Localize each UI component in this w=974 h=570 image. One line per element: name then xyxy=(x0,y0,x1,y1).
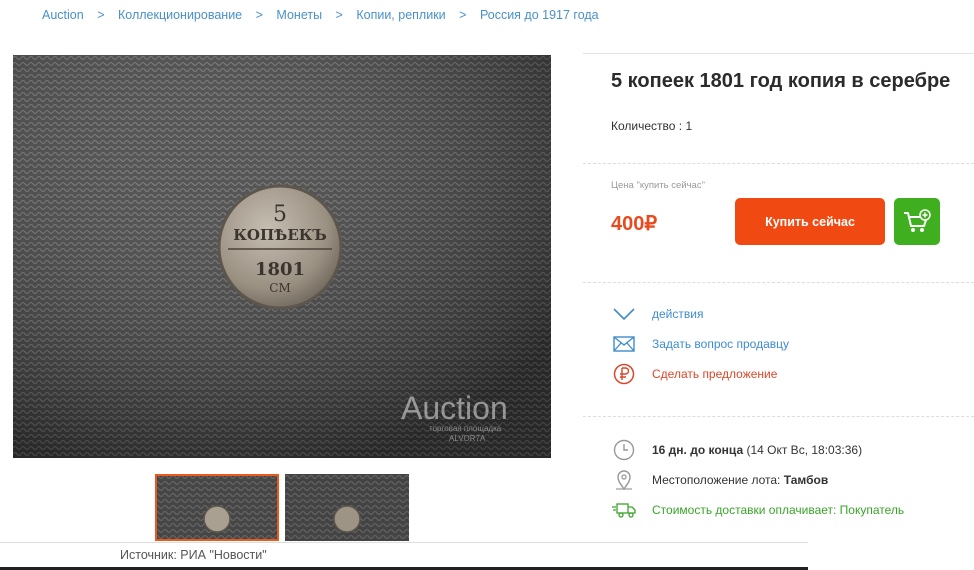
location-value: Тамбов xyxy=(783,473,829,487)
time-left-value: 16 дн. до конца xyxy=(652,443,744,457)
breadcrumb-separator: > xyxy=(459,8,467,22)
watermark-subtitle: торговая площадка xyxy=(429,424,502,433)
actions-dropdown[interactable]: действия xyxy=(611,304,703,324)
buy-now-button[interactable]: Купить сейчас xyxy=(735,198,885,245)
shipping-info: Стоимость доставки оплачивает: Покупател… xyxy=(611,499,904,521)
divider xyxy=(583,416,974,417)
watermark-logo: Auction xyxy=(401,390,508,426)
breadcrumb-item-auction[interactable]: Auction xyxy=(42,8,84,22)
make-offer-link[interactable]: Сделать предложение xyxy=(611,363,777,385)
lot-title: 5 копеек 1801 год копия в серебре xyxy=(611,70,951,92)
delivery-truck-icon xyxy=(611,499,637,521)
breadcrumb-separator: > xyxy=(97,8,105,22)
divider xyxy=(583,163,974,164)
main-photo[interactable]: 5 КОПѢЕКЪ 1801 СМ Auction торговая площа… xyxy=(13,55,551,458)
time-left: 16 дн. до конца (14 Окт Вс, 18:03:36) xyxy=(611,439,862,461)
price-label: Цена "купить сейчас" xyxy=(611,180,705,191)
divider xyxy=(583,282,974,283)
breadcrumb-separator: > xyxy=(255,8,263,22)
cart-icon xyxy=(904,208,931,232)
make-offer-label[interactable]: Сделать предложение xyxy=(652,367,777,381)
ask-seller-link[interactable]: Задать вопрос продавцу xyxy=(611,334,789,354)
coin-word: КОПѢЕКЪ xyxy=(233,226,327,244)
end-date: (14 Окт Вс, 18:03:36) xyxy=(743,443,863,457)
breadcrumb-item-replicas[interactable]: Копии, реплики xyxy=(356,8,445,22)
lot-location: Местоположение лота: Тамбов xyxy=(611,469,828,491)
coin-mint: СМ xyxy=(269,281,290,295)
actions-label[interactable]: действия xyxy=(652,307,703,321)
location-label: Местоположение лота: xyxy=(652,473,784,487)
thumbnail-2[interactable] xyxy=(285,474,409,541)
ruble-circle-icon xyxy=(611,363,637,385)
clock-icon xyxy=(611,439,637,461)
quantity: Количество : 1 xyxy=(611,119,693,133)
divider xyxy=(583,53,974,54)
breadcrumb-item-russia[interactable]: Россия до 1917 года xyxy=(480,8,599,22)
price: 400₽ xyxy=(611,213,658,235)
coin-denomination: 5 xyxy=(273,202,287,227)
coin-image: 5 КОПѢЕКЪ 1801 СМ xyxy=(217,184,343,310)
breadcrumb-separator: > xyxy=(335,8,343,22)
envelope-icon xyxy=(611,334,637,354)
shipping-label: Стоимость доставки оплачивает: Покупател… xyxy=(652,503,905,517)
source-text: Источник: РИА "Новости" xyxy=(120,548,267,562)
watermark-subtitle-2: ALVOR7A xyxy=(449,434,486,443)
breadcrumb: Auction > Коллекционирование > Монеты > … xyxy=(42,8,599,22)
breadcrumb-item-collecting[interactable]: Коллекционирование xyxy=(118,8,242,22)
coin-year: 1801 xyxy=(255,259,305,280)
ask-seller-label[interactable]: Задать вопрос продавцу xyxy=(652,337,789,351)
thumbnail-1[interactable] xyxy=(155,474,279,541)
add-to-cart-button[interactable] xyxy=(894,198,940,245)
location-pin-icon xyxy=(611,469,637,491)
source-caption: Источник: РИА "Новости" xyxy=(0,542,808,569)
chevron-down-icon xyxy=(611,304,637,324)
breadcrumb-item-coins[interactable]: Монеты xyxy=(276,8,322,22)
